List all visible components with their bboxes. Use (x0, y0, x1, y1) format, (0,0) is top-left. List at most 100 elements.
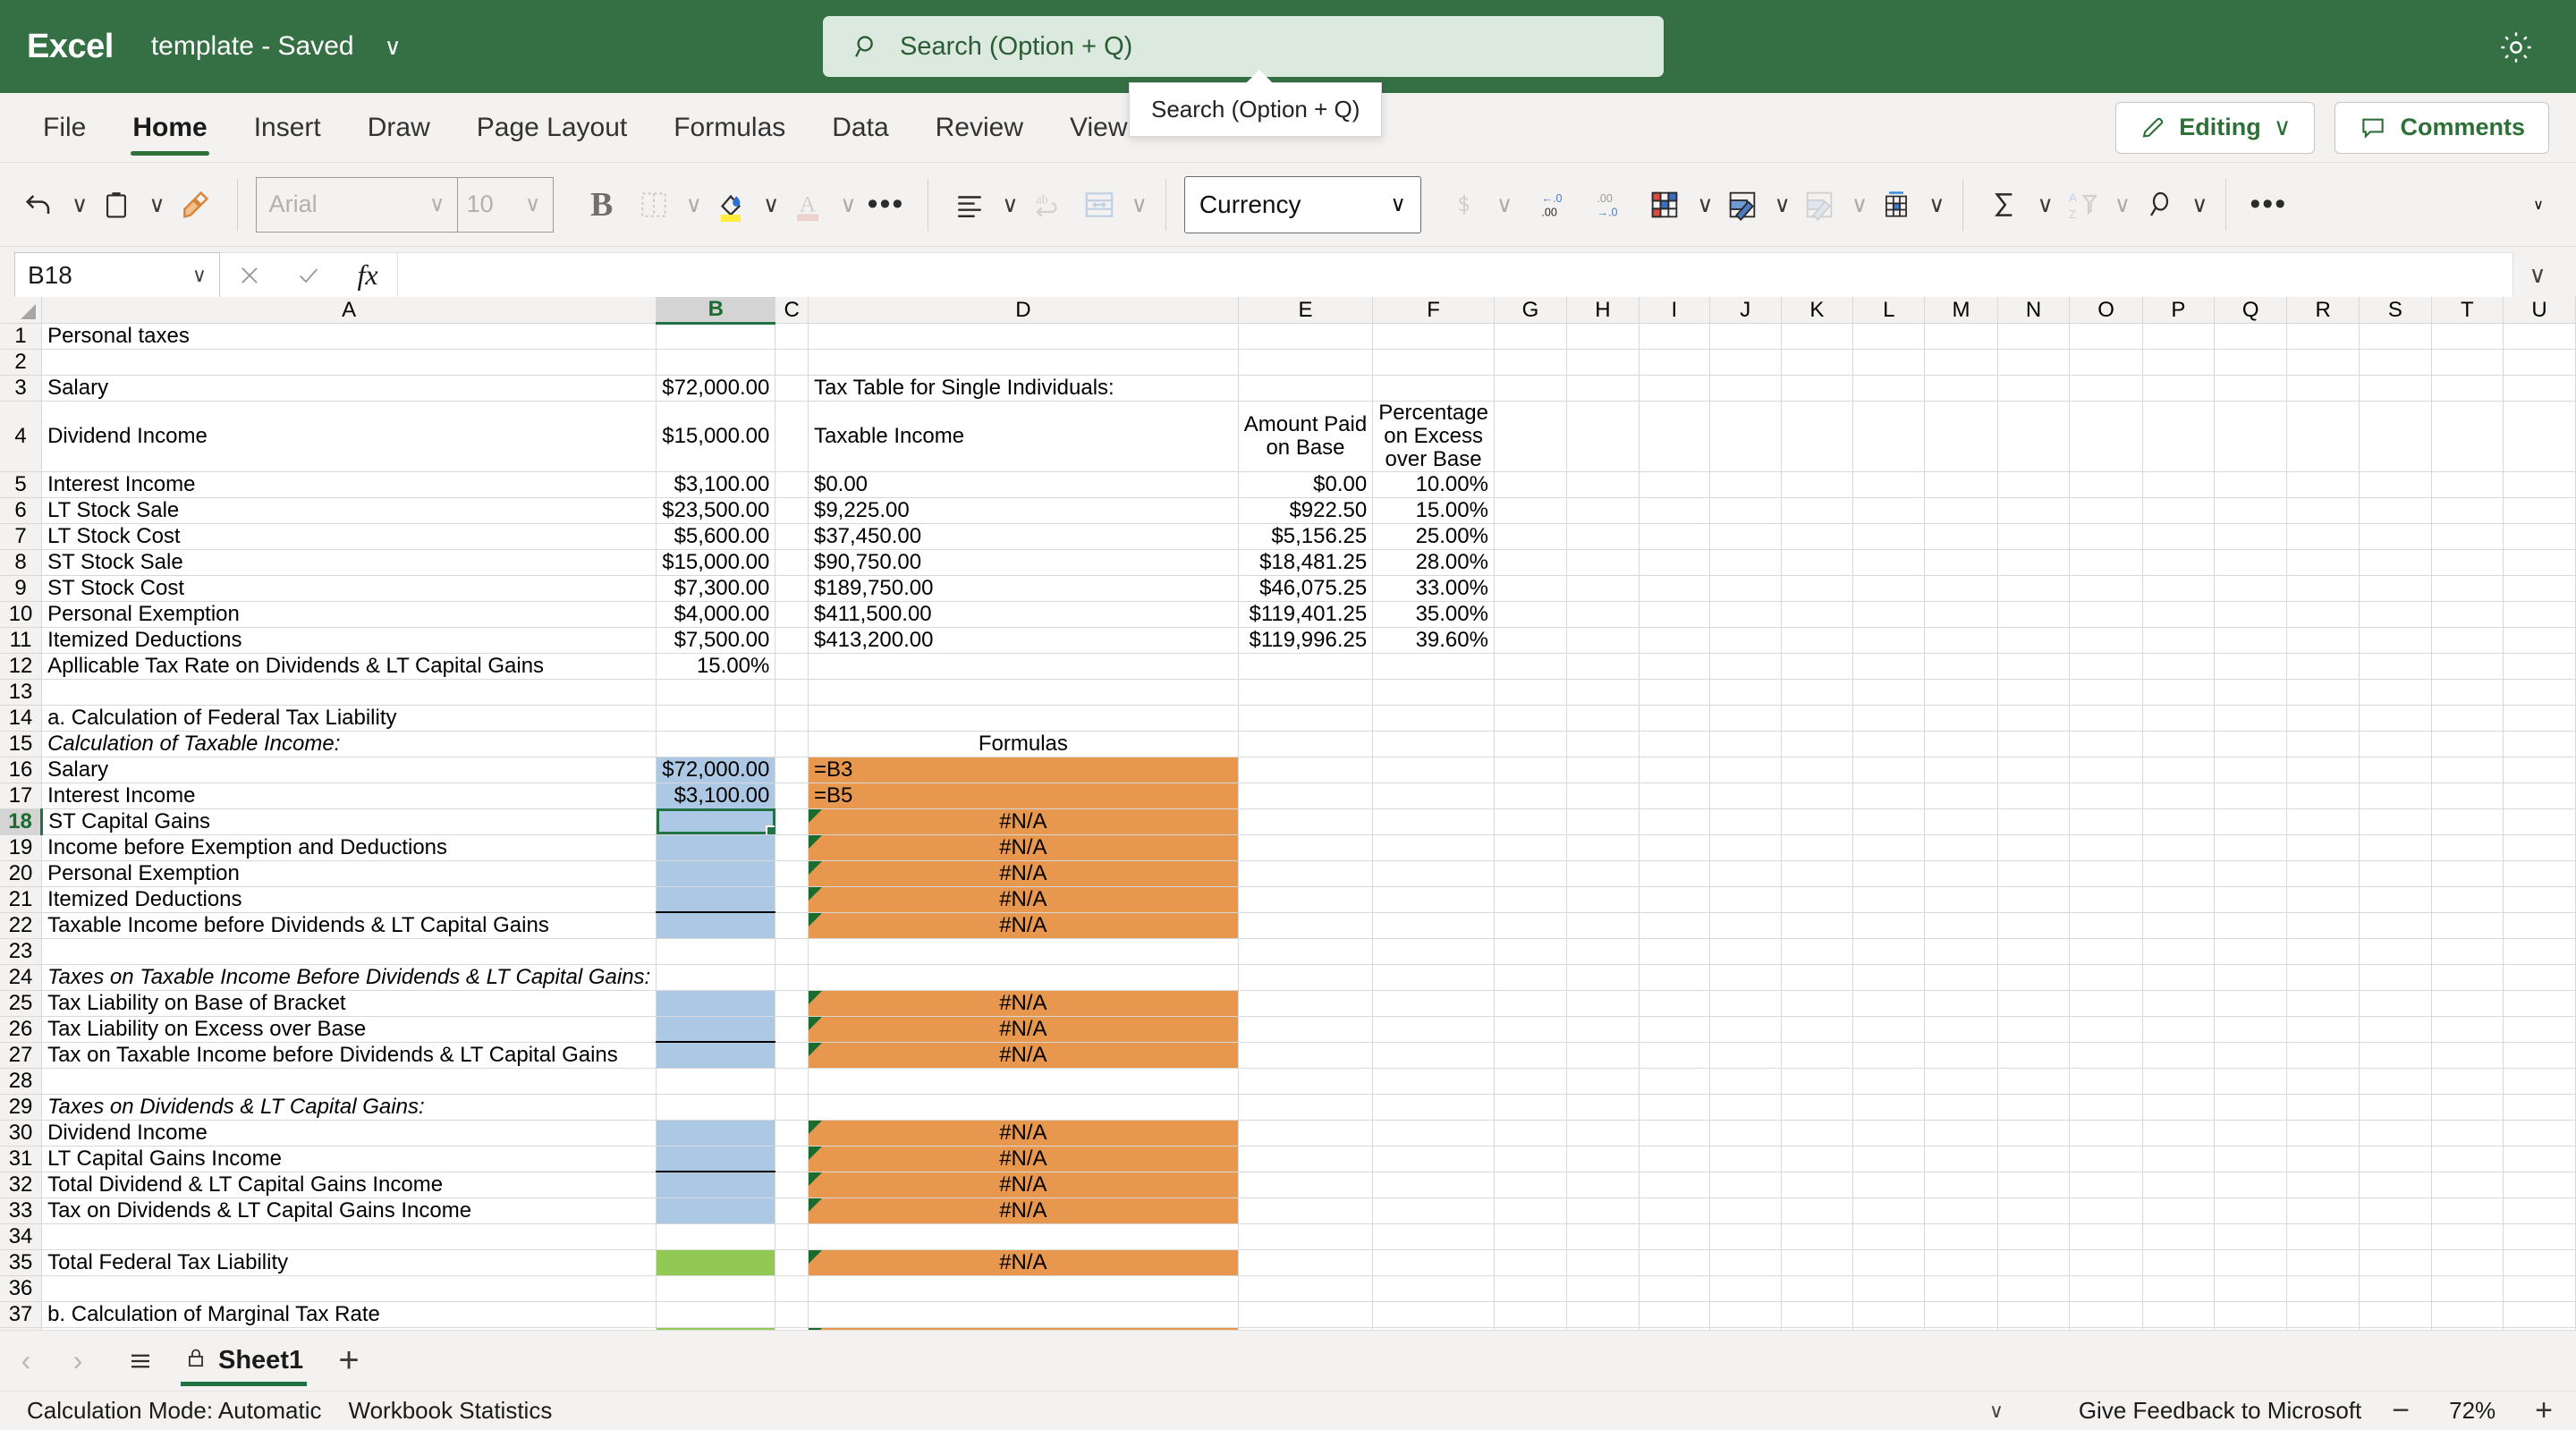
cell-I37[interactable] (1639, 1301, 1710, 1328)
cell-Q30[interactable] (2214, 1120, 2288, 1147)
font-color-chevron-down-icon[interactable]: ∨ (840, 191, 856, 218)
cell-E29[interactable] (1238, 1094, 1374, 1121)
cell-K20[interactable] (1781, 860, 1854, 887)
cell-M11[interactable] (1924, 627, 1998, 654)
column-header-P[interactable]: P (2142, 297, 2216, 324)
cell-H14[interactable] (1566, 705, 1640, 732)
cell-K14[interactable] (1781, 705, 1854, 732)
cell-K24[interactable] (1781, 964, 1854, 991)
cell-T12[interactable] (2431, 653, 2504, 680)
cell-T4[interactable] (2431, 401, 2504, 472)
cell-T22[interactable] (2431, 912, 2504, 939)
cell-M28[interactable] (1924, 1068, 1998, 1095)
align-chevron-down-icon[interactable]: ∨ (1002, 191, 1018, 218)
cell-G31[interactable] (1494, 1146, 1568, 1172)
tab-file[interactable]: File (20, 93, 109, 163)
cell-T23[interactable] (2431, 938, 2504, 965)
row-header-13[interactable]: 13 (0, 679, 43, 706)
cancel-x-icon[interactable] (220, 263, 279, 288)
cell-O4[interactable] (2069, 401, 2143, 472)
cell-D19[interactable]: #N/A (808, 834, 1239, 861)
cell-F4[interactable]: Percentage on Excess over Base (1372, 401, 1495, 472)
cell-L12[interactable] (1852, 653, 1926, 680)
cell-B2[interactable] (656, 349, 776, 376)
cell-N30[interactable] (1997, 1120, 2071, 1147)
cell-D33[interactable]: #N/A (808, 1197, 1239, 1224)
cell-F29[interactable] (1372, 1094, 1495, 1121)
tab-home[interactable]: Home (109, 93, 230, 163)
cell-O16[interactable] (2069, 757, 2143, 783)
cell-T2[interactable] (2431, 349, 2504, 376)
cell-P20[interactable] (2142, 860, 2216, 887)
cell-E31[interactable] (1238, 1146, 1374, 1172)
cell-T13[interactable] (2431, 679, 2504, 706)
cell-Q27[interactable] (2214, 1042, 2288, 1069)
cell-U7[interactable] (2503, 523, 2576, 550)
cell-I7[interactable] (1639, 523, 1710, 550)
cell-S33[interactable] (2359, 1197, 2432, 1224)
cell-U14[interactable] (2503, 705, 2576, 732)
cell-B31[interactable] (656, 1146, 776, 1172)
cell-I29[interactable] (1639, 1094, 1710, 1121)
cell-A2[interactable] (41, 349, 657, 376)
cell-C3[interactable] (775, 375, 809, 402)
cell-K25[interactable] (1781, 990, 1854, 1017)
cell-R23[interactable] (2286, 938, 2360, 965)
column-header-B[interactable]: B (656, 297, 776, 325)
cell-L4[interactable] (1852, 401, 1926, 472)
cell-N22[interactable] (1997, 912, 2071, 939)
cell-N35[interactable] (1997, 1249, 2071, 1276)
cell-C10[interactable] (775, 601, 809, 628)
cell-S29[interactable] (2359, 1094, 2432, 1121)
cell-G18[interactable] (1494, 808, 1568, 835)
cell-L25[interactable] (1852, 990, 1926, 1017)
cell-D11[interactable]: $413,200.00 (808, 627, 1239, 654)
column-header-O[interactable]: O (2069, 297, 2143, 324)
cell-B18[interactable] (656, 808, 776, 835)
cell-U28[interactable] (2503, 1068, 2576, 1095)
gear-icon[interactable] (2497, 29, 2535, 66)
cell-G19[interactable] (1494, 834, 1568, 861)
cell-T18[interactable] (2431, 808, 2504, 835)
cell-F18[interactable] (1372, 808, 1495, 835)
cell-J13[interactable] (1709, 679, 1782, 706)
cell-R11[interactable] (2286, 627, 2360, 654)
cell-U32[interactable] (2503, 1172, 2576, 1198)
cell-U26[interactable] (2503, 1016, 2576, 1043)
cell-E4[interactable]: Amount Paid on Base (1238, 401, 1374, 472)
cell-L5[interactable] (1852, 471, 1926, 498)
cell-F36[interactable] (1372, 1275, 1495, 1302)
cell-K21[interactable] (1781, 886, 1854, 913)
cell-U12[interactable] (2503, 653, 2576, 680)
cell-P9[interactable] (2142, 575, 2216, 602)
cell-Q29[interactable] (2214, 1094, 2288, 1121)
cell-G27[interactable] (1494, 1042, 1568, 1069)
cell-C14[interactable] (775, 705, 809, 732)
column-header-I[interactable]: I (1639, 297, 1710, 324)
cell-Q7[interactable] (2214, 523, 2288, 550)
cell-U29[interactable] (2503, 1094, 2576, 1121)
cell-G30[interactable] (1494, 1120, 1568, 1147)
cell-F17[interactable] (1372, 783, 1495, 809)
cell-M34[interactable] (1924, 1223, 1998, 1250)
cell-T21[interactable] (2431, 886, 2504, 913)
cell-L22[interactable] (1852, 912, 1926, 939)
cell-A11[interactable]: Itemized Deductions (41, 627, 657, 654)
row-header-6[interactable]: 6 (0, 497, 43, 524)
give-feedback-label[interactable]: Give Feedback to Microsoft (2079, 1397, 2361, 1425)
cell-M14[interactable] (1924, 705, 1998, 732)
cell-O8[interactable] (2069, 549, 2143, 576)
cell-J5[interactable] (1709, 471, 1782, 498)
fill-color-button[interactable] (708, 175, 754, 234)
cell-G3[interactable] (1494, 375, 1568, 402)
cell-C15[interactable] (775, 731, 809, 757)
borders-chevron-down-icon[interactable]: ∨ (686, 191, 702, 218)
cell-F3[interactable] (1372, 375, 1495, 402)
cell-D21[interactable]: #N/A (808, 886, 1239, 913)
cell-H19[interactable] (1566, 834, 1640, 861)
cell-J36[interactable] (1709, 1275, 1782, 1302)
cell-D32[interactable]: #N/A (808, 1172, 1239, 1198)
cell-C2[interactable] (775, 349, 809, 376)
cell-U24[interactable] (2503, 964, 2576, 991)
formula-input[interactable] (398, 251, 2513, 299)
